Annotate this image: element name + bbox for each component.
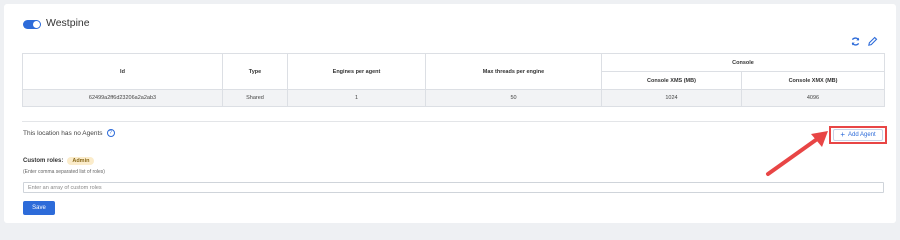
custom-roles-label: Custom roles: (23, 158, 64, 164)
cell-console-xms: 1024 (601, 89, 742, 107)
location-toggle[interactable] (23, 20, 41, 29)
info-icon[interactable]: ? (106, 129, 115, 137)
save-button[interactable]: Save (23, 201, 55, 215)
location-name: Westpine (46, 17, 90, 29)
cell-type: Shared (222, 89, 288, 107)
column-header-engines: Engines per agent (287, 53, 426, 90)
refresh-icon[interactable] (849, 35, 861, 47)
column-header-id: Id (22, 53, 223, 90)
annotation-arrow-icon (766, 131, 828, 176)
no-agents-text: This location has no Agents (23, 129, 103, 137)
table-row: 62499a2ff6d23206a2a2ab3 Shared 1 50 1024… (22, 89, 886, 107)
add-agent-button[interactable]: + Add Agent (833, 129, 883, 141)
add-agent-highlight: + Add Agent (829, 126, 887, 144)
location-card: Westpine Id Type Engines per agent Max t… (4, 4, 896, 223)
agent-config-table: Id Type Engines per agent Max threads pe… (22, 53, 886, 107)
column-header-console-xms: Console XMS (MB) (601, 71, 742, 90)
cell-engines: 1 (287, 89, 426, 107)
cell-threads: 50 (425, 89, 602, 107)
add-agent-label: Add Agent (847, 132, 876, 138)
section-divider (22, 121, 884, 122)
no-agents-message: This location has no Agents ? (23, 129, 115, 137)
column-header-threads: Max threads per engine (425, 53, 602, 90)
column-group-console: Console (600, 53, 886, 72)
role-tag-admin[interactable]: Admin (67, 157, 95, 165)
column-header-console-xmx: Console XMX (MB) (740, 71, 886, 90)
custom-roles-hint: (Enter comma separated list of roles) (23, 169, 105, 175)
column-header-type: Type (222, 53, 288, 90)
pencil-icon[interactable] (866, 35, 878, 47)
plus-icon: + (840, 130, 845, 139)
cell-console-xmx: 4096 (740, 89, 886, 107)
custom-roles-input[interactable] (23, 182, 884, 193)
cell-id: 62499a2ff6d23206a2a2ab3 (22, 89, 223, 107)
custom-roles-row: Custom roles: Admin (23, 157, 95, 165)
